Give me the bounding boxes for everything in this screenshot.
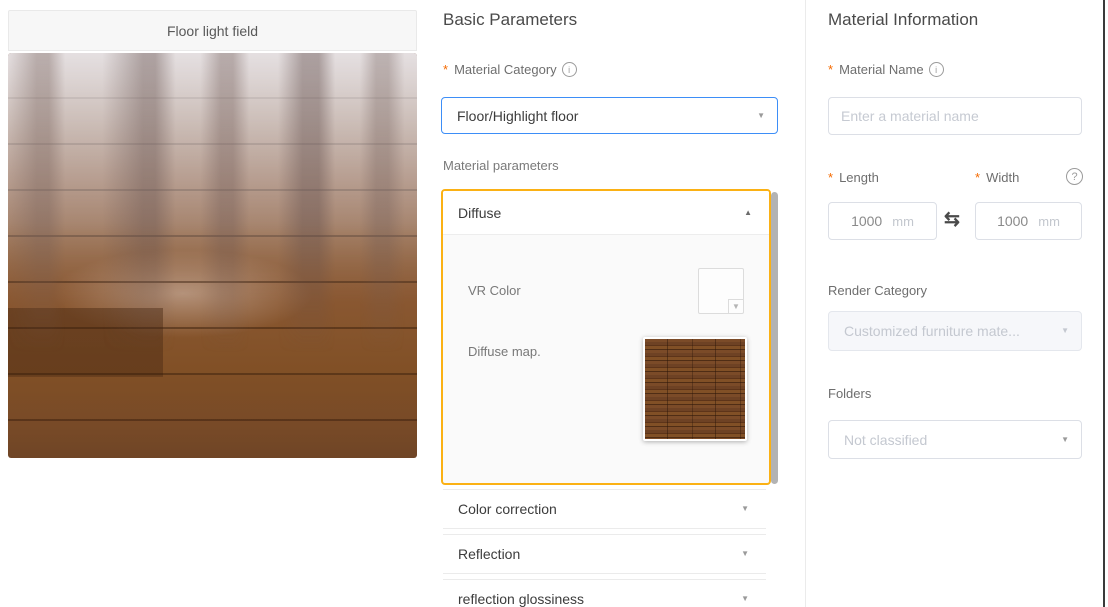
chevron-down-icon: ▼	[741, 594, 749, 603]
render-category-label: Render Category	[828, 283, 927, 298]
question-icon[interactable]: ?	[1066, 168, 1083, 185]
material-name-label: * Material Name i	[828, 62, 944, 77]
material-information-heading: Material Information	[828, 10, 979, 29]
required-marker: *	[828, 170, 834, 185]
preview-title-bar: Floor light field	[8, 10, 417, 51]
material-category-label: * Material Category i	[443, 62, 577, 77]
length-unit: mm	[892, 213, 914, 229]
basic-parameters-heading: Basic Parameters	[443, 10, 578, 29]
diffuse-panel: Diffuse ▲ VR Color ▼ Diffuse map.	[441, 189, 771, 485]
required-marker: *	[975, 170, 981, 185]
accordion-reflection[interactable]: Reflection ▼	[443, 534, 766, 574]
diffuse-map-label: Diffuse map.	[468, 344, 541, 359]
width-input[interactable]: 1000 mm	[975, 202, 1082, 240]
material-parameters-label: Material parameters	[443, 158, 559, 173]
material-category-select[interactable]: Floor/Highlight floor ▼	[441, 97, 778, 134]
material-editor: Floor light field Basic Parameters * Mat…	[0, 0, 1108, 607]
material-preview-image[interactable]	[8, 53, 417, 458]
chevron-down-icon: ▼	[741, 504, 749, 513]
info-icon[interactable]: i	[928, 62, 944, 77]
window-right-edge	[1103, 0, 1105, 607]
preview-title: Floor light field	[166, 22, 259, 39]
width-unit: mm	[1038, 213, 1060, 229]
width-label: * Width	[975, 170, 1020, 185]
scrollbar-thumb[interactable]	[771, 192, 778, 484]
diffuse-map-thumbnail[interactable]	[643, 337, 747, 441]
accordion-reflection-glossiness[interactable]: reflection glossiness ▼	[443, 579, 766, 607]
folders-value: Not classified	[844, 431, 928, 448]
chevron-down-icon: ▼	[757, 110, 765, 120]
color-dropdown-corner: ▼	[728, 299, 743, 313]
width-value: 1000	[997, 213, 1029, 229]
vr-color-swatch[interactable]: ▼	[698, 268, 744, 314]
required-marker: *	[443, 62, 449, 77]
material-category-value: Floor/Highlight floor	[457, 107, 579, 124]
render-category-value: Customized furniture mate...	[844, 323, 1020, 339]
chevron-down-icon: ▼	[1061, 326, 1069, 335]
chevron-down-icon: ▼	[1061, 434, 1069, 444]
length-input[interactable]: 1000 mm	[828, 202, 937, 240]
vr-color-label: VR Color	[468, 283, 521, 298]
folders-select[interactable]: Not classified ▼	[828, 420, 1082, 459]
length-value: 1000	[851, 213, 883, 229]
length-label: * Length	[828, 170, 879, 185]
render-category-select: Customized furniture mate... ▼	[828, 311, 1082, 351]
chevron-down-icon: ▼	[732, 301, 740, 311]
material-name-input[interactable]	[828, 97, 1082, 135]
swap-dimensions-icon[interactable]: ⇆	[944, 208, 960, 231]
column-divider	[805, 0, 806, 607]
diffuse-accordion-header[interactable]: Diffuse ▲	[443, 191, 769, 235]
info-icon[interactable]: i	[561, 62, 577, 77]
required-marker: *	[828, 62, 834, 77]
accordion-color-correction[interactable]: Color correction ▼	[443, 489, 766, 529]
folders-label: Folders	[828, 386, 872, 401]
chevron-up-icon: ▲	[744, 207, 752, 217]
chevron-down-icon: ▼	[741, 549, 749, 558]
preview-reflection-overlay	[8, 53, 417, 458]
diffuse-title: Diffuse	[458, 204, 502, 221]
